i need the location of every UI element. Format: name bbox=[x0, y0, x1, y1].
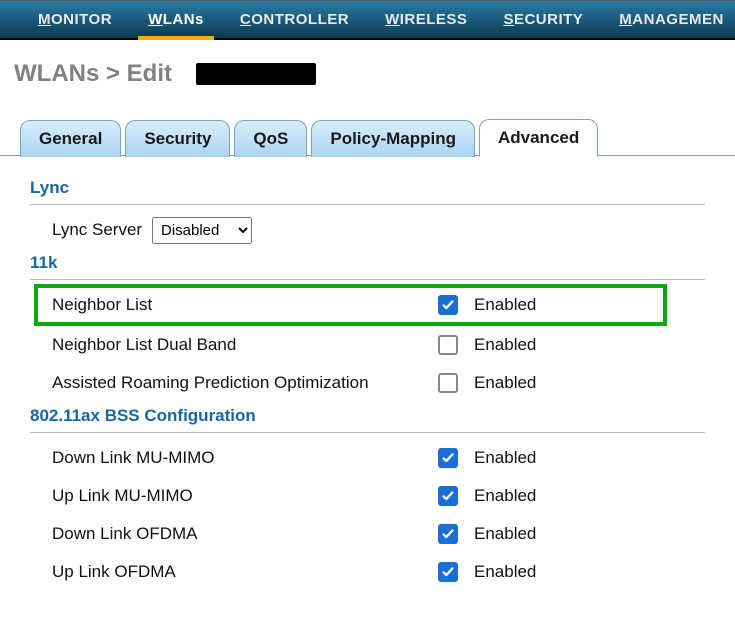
status-assisted-roaming: Enabled bbox=[464, 373, 536, 393]
label-assisted-roaming: Assisted Roaming Prediction Optimization bbox=[52, 373, 432, 393]
page-title: WLANs > Edit bbox=[14, 60, 172, 88]
nav-controller[interactable]: CONTROLLER bbox=[222, 1, 367, 38]
nav-wireless[interactable]: WIRELESS bbox=[367, 1, 485, 38]
label-ul-mumimo: Up Link MU-MIMO bbox=[52, 486, 432, 506]
select-lync-server[interactable]: Disabled bbox=[152, 217, 252, 244]
divider bbox=[30, 279, 705, 280]
tab-advanced[interactable]: Advanced bbox=[479, 119, 598, 157]
label-dl-mumimo: Down Link MU-MIMO bbox=[52, 448, 432, 468]
top-nav: MONITOR WLANs CONTROLLER WIRELESS SECURI… bbox=[0, 0, 735, 40]
status-dl-ofdma: Enabled bbox=[464, 524, 536, 544]
status-neighbor-list: Enabled bbox=[464, 295, 536, 315]
row-dl-mumimo: Down Link MU-MIMO Enabled bbox=[30, 439, 705, 477]
checkbox-ul-ofdma[interactable] bbox=[438, 562, 458, 582]
divider bbox=[30, 204, 705, 205]
row-lync-server: Lync Server Disabled bbox=[30, 211, 705, 249]
divider bbox=[30, 432, 705, 433]
section-lync-header: Lync bbox=[30, 178, 705, 198]
page-header: WLANs > Edit bbox=[0, 40, 735, 114]
checkbox-dl-mumimo[interactable] bbox=[438, 448, 458, 468]
status-dl-mumimo: Enabled bbox=[464, 448, 536, 468]
row-ul-ofdma: Up Link OFDMA Enabled bbox=[30, 553, 705, 591]
checkbox-neighbor-list[interactable] bbox=[438, 295, 458, 315]
redacted-name bbox=[196, 63, 316, 85]
label-neighbor-list: Neighbor List bbox=[52, 295, 432, 315]
row-ul-mumimo: Up Link MU-MIMO Enabled bbox=[30, 477, 705, 515]
label-ul-ofdma: Up Link OFDMA bbox=[52, 562, 432, 582]
tabs: General Security QoS Policy-Mapping Adva… bbox=[0, 118, 735, 156]
nav-monitor[interactable]: MONITOR bbox=[20, 1, 130, 38]
nav-security[interactable]: SECURITY bbox=[485, 1, 601, 38]
label-neighbor-list-dual-band: Neighbor List Dual Band bbox=[52, 335, 432, 355]
row-assisted-roaming: Assisted Roaming Prediction Optimization… bbox=[30, 364, 705, 402]
row-neighbor-list: Neighbor List Enabled bbox=[36, 286, 665, 324]
status-ul-mumimo: Enabled bbox=[464, 486, 536, 506]
checkbox-assisted-roaming[interactable] bbox=[438, 373, 458, 393]
checkbox-neighbor-list-dual-band[interactable] bbox=[438, 335, 458, 355]
status-ul-ofdma: Enabled bbox=[464, 562, 536, 582]
nav-management[interactable]: MANAGEMEN bbox=[601, 1, 735, 38]
row-dl-ofdma: Down Link OFDMA Enabled bbox=[30, 515, 705, 553]
tab-content-advanced: Lync Lync Server Disabled 11k Neighbor L… bbox=[0, 155, 735, 621]
tab-qos[interactable]: QoS bbox=[234, 120, 307, 157]
row-neighbor-list-dual-band: Neighbor List Dual Band Enabled bbox=[30, 326, 705, 364]
checkbox-dl-ofdma[interactable] bbox=[438, 524, 458, 544]
checkbox-ul-mumimo[interactable] bbox=[438, 486, 458, 506]
tab-policy-mapping[interactable]: Policy-Mapping bbox=[311, 120, 475, 157]
section-11k-header: 11k bbox=[30, 253, 705, 273]
tab-general[interactable]: General bbox=[20, 120, 121, 157]
label-dl-ofdma: Down Link OFDMA bbox=[52, 524, 432, 544]
section-80211ax-header: 802.11ax BSS Configuration bbox=[30, 406, 705, 426]
tab-security[interactable]: Security bbox=[125, 120, 230, 157]
nav-wlans[interactable]: WLANs bbox=[130, 1, 222, 38]
status-neighbor-list-dual-band: Enabled bbox=[464, 335, 536, 355]
